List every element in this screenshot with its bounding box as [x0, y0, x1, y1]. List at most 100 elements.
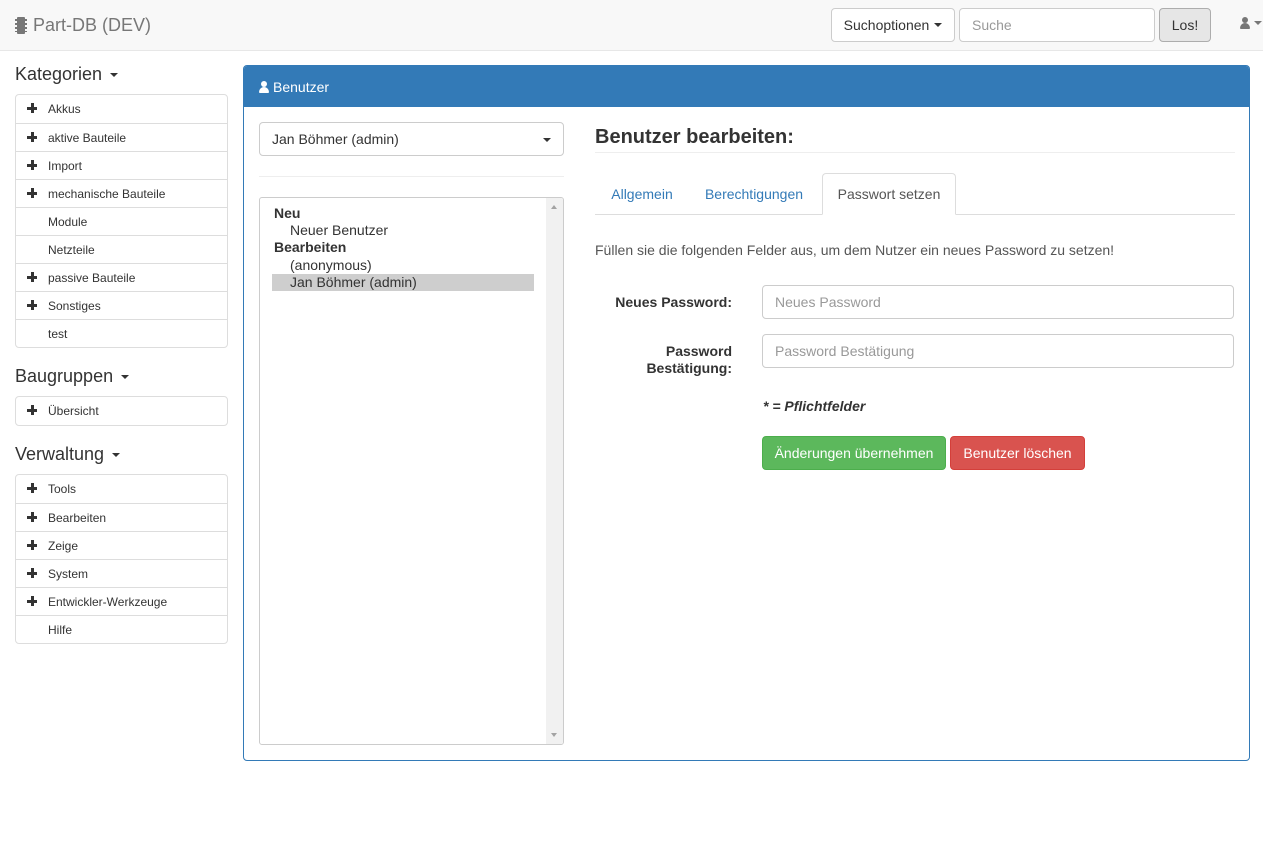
sidebar-item-label: System	[48, 566, 89, 581]
user-icon	[1240, 17, 1250, 29]
plus-icon[interactable]	[27, 596, 37, 606]
sidebar-heading-verwaltung[interactable]: Verwaltung	[15, 444, 121, 465]
listbox-scrollbar[interactable]	[546, 198, 563, 744]
delete-user-button[interactable]: Benutzer löschen	[950, 436, 1085, 470]
panel-heading-text: Benutzer	[273, 78, 330, 95]
sidebar-item-label: test	[48, 326, 68, 341]
user-listbox[interactable]: Neu Neuer Benutzer Bearbeiten (anonymous…	[259, 197, 564, 745]
sidebar-item[interactable]: Sonstiges	[16, 291, 227, 319]
plus-icon[interactable]	[27, 405, 37, 415]
sidebar-heading-kategorien[interactable]: Kategorien	[15, 64, 119, 85]
sidebar-item[interactable]: Bearbeiten	[16, 503, 227, 531]
search-options-label: Suchoptionen	[843, 17, 930, 33]
sidebar-item-label: Import	[48, 158, 83, 173]
required-fields-note: * = Pflichtfelder	[763, 398, 866, 414]
sidebar-item[interactable]: System	[16, 559, 227, 587]
plus-icon[interactable]	[27, 540, 37, 550]
caret-down-icon	[1254, 21, 1262, 25]
sidebar-item[interactable]: Entwickler-Werkzeuge	[16, 587, 227, 615]
sidebar-item[interactable]: Netzteile	[16, 235, 227, 263]
user-select-value: Jan Böhmer (admin)	[272, 131, 399, 147]
sidebar-item[interactable]: Module	[16, 207, 227, 235]
sidebar-item[interactable]: Import	[16, 151, 227, 179]
sidebar-item[interactable]: passive Bauteile	[16, 263, 227, 291]
sidebar-heading-label: Kategorien	[15, 64, 103, 84]
divider	[259, 176, 564, 177]
plus-icon[interactable]	[27, 132, 37, 142]
option-new-user[interactable]: Neuer Benutzer	[272, 222, 534, 239]
sidebar-item[interactable]: Tools	[16, 475, 227, 503]
option-user-admin[interactable]: Jan Böhmer (admin)	[272, 274, 534, 291]
option-user-anonymous[interactable]: (anonymous)	[272, 257, 534, 274]
sidebar-item[interactable]: test	[16, 319, 227, 347]
sidebar-item-label: Zeige	[48, 538, 79, 553]
sidebar-list-verwaltung: Tools Bearbeiten Zeige System Entwickler-Wer…	[15, 474, 228, 644]
plus-icon[interactable]	[27, 160, 37, 170]
instructions-text: Füllen sie die folgenden Felder aus, um …	[595, 242, 1115, 258]
search-options-button[interactable]: Suchoptionen	[831, 8, 955, 42]
confirm-label-line1: Password	[665, 343, 732, 359]
brand-link[interactable]: Part-DB (DEV)	[15, 13, 151, 37]
search-go-button[interactable]: Los!	[1159, 8, 1211, 42]
sidebar-item-label: mechanische Bauteile	[48, 186, 166, 201]
caret-down-icon	[112, 452, 121, 457]
plus-icon[interactable]	[27, 300, 37, 310]
sidebar-item-label: Hilfe	[48, 622, 73, 637]
sidebar-list-kategorien: Akkus aktive Bauteile Import mechanische Ba…	[15, 94, 228, 348]
search-input[interactable]	[959, 8, 1155, 42]
sidebar-item[interactable]: mechanische Bauteile	[16, 179, 227, 207]
scroll-down-icon[interactable]	[551, 733, 557, 737]
sidebar-list-baugruppen: Übersicht	[15, 396, 228, 426]
new-password-input[interactable]	[762, 285, 1234, 319]
sidebar-heading-label: Baugruppen	[15, 366, 114, 386]
sidebar-item-label: Akkus	[48, 102, 81, 116]
confirm-password-input[interactable]	[762, 334, 1234, 368]
caret-down-icon	[110, 72, 119, 77]
sidebar-item-label: Netzteile	[48, 242, 95, 257]
optgroup-new: Neu	[274, 205, 301, 221]
brand-text: Part-DB (DEV)	[33, 14, 152, 35]
plus-icon[interactable]	[27, 103, 37, 113]
panel-heading: Benutzer	[244, 66, 1249, 107]
tab-passwort-setzen[interactable]: Passwort setzen	[822, 173, 956, 215]
sidebar-item-label: Tools	[48, 482, 77, 496]
sidebar-item[interactable]: Akkus	[16, 95, 227, 123]
confirm-password-label: Password Bestätigung:	[595, 343, 732, 377]
plus-icon[interactable]	[27, 272, 37, 282]
navbar: Part-DB (DEV) Suchoptionen Los!	[0, 0, 1263, 51]
sidebar-item[interactable]: Zeige	[16, 531, 227, 559]
tab-bar: Allgemein Berechtigungen Passwort setzen	[595, 173, 1235, 215]
caret-down-icon	[121, 374, 130, 379]
plus-icon[interactable]	[27, 483, 37, 493]
user-select[interactable]: Jan Böhmer (admin)	[259, 122, 564, 156]
sidebar-item[interactable]: Hilfe	[16, 615, 227, 643]
sidebar-heading-label: Verwaltung	[15, 444, 105, 464]
confirm-label-line2: Bestätigung:	[646, 360, 732, 376]
sidebar-item[interactable]: Übersicht	[16, 397, 227, 425]
optgroup-edit: Bearbeiten	[274, 239, 347, 255]
divider	[595, 152, 1235, 153]
sidebar-item-label: Bearbeiten	[48, 510, 107, 525]
tab-allgemein[interactable]: Allgemein	[595, 173, 689, 215]
user-panel: Benutzer Jan Böhmer (admin) Neu Neuer Be…	[243, 65, 1250, 761]
apply-changes-button[interactable]: Änderungen übernehmen	[762, 436, 946, 470]
plus-icon[interactable]	[27, 512, 37, 522]
sidebar-heading-baugruppen[interactable]: Baugruppen	[15, 366, 130, 387]
user-icon	[259, 80, 269, 93]
plus-icon[interactable]	[27, 568, 37, 578]
sidebar-item-label: aktive Bauteile	[48, 130, 127, 145]
caret-down-icon	[543, 138, 551, 142]
sidebar-item-label: Übersicht	[48, 404, 99, 418]
sidebar-item[interactable]: aktive Bauteile	[16, 123, 227, 151]
plus-icon[interactable]	[27, 188, 37, 198]
scroll-up-icon[interactable]	[551, 205, 557, 209]
caret-down-icon	[934, 23, 943, 27]
sidebar-item-label: passive Bauteile	[48, 270, 136, 285]
microchip-icon	[15, 16, 27, 34]
form-title: Benutzer bearbeiten:	[595, 126, 794, 148]
user-menu[interactable]	[1240, 17, 1262, 29]
sidebar-item-label: Module	[48, 214, 88, 229]
tab-berechtigungen[interactable]: Berechtigungen	[692, 173, 816, 215]
sidebar-item-label: Sonstiges	[48, 298, 101, 313]
sidebar-item-label: Entwickler-Werkzeuge	[48, 594, 168, 609]
